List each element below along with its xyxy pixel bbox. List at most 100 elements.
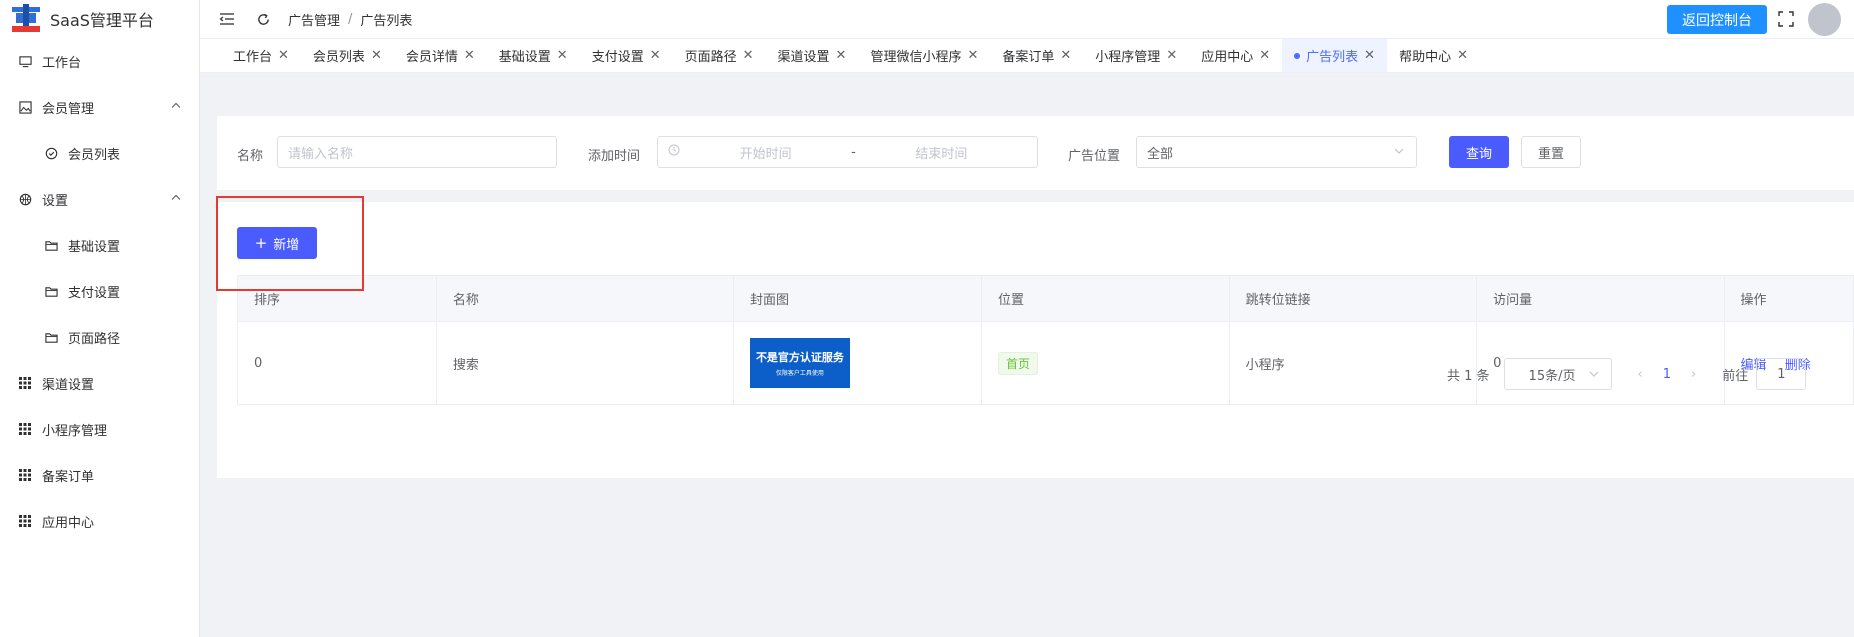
refresh-icon[interactable]	[254, 10, 272, 28]
reset-button[interactable]: 重置	[1521, 136, 1581, 168]
tab-help-center[interactable]: 帮助中心 ✕	[1387, 39, 1480, 72]
sidebar-item-page-paths[interactable]: 页面路径	[0, 314, 199, 360]
start-date-placeholder[interactable]: 开始时间	[740, 143, 792, 162]
cell-cover: 不是官方认证服务 仅限客户工具使用	[732, 321, 983, 405]
tab-workbench[interactable]: 工作台 ✕	[200, 39, 301, 72]
close-icon[interactable]: ✕	[464, 48, 475, 63]
page-number[interactable]: 1	[1663, 367, 1671, 382]
tab-member-detail[interactable]: 会员详情 ✕	[394, 39, 487, 72]
tab-member-list[interactable]: 会员列表 ✕	[301, 39, 394, 72]
tab-payment-settings[interactable]: 支付设置 ✕	[580, 39, 673, 72]
close-icon[interactable]: ✕	[278, 48, 289, 63]
query-button[interactable]: 查询	[1449, 136, 1509, 168]
sidebar-item-payment-settings[interactable]: 支付设置	[0, 268, 199, 314]
search-form: 名称 请输入名称 添加时间 开始时间 - 结束时间 广告位置 全部 查询 重置	[217, 116, 1854, 190]
sidebar-item-label: 支付设置	[68, 285, 121, 301]
column-header: 操作	[1723, 275, 1854, 322]
sidebar-item-basic-settings[interactable]: 基础设置	[0, 222, 199, 268]
column-header: 跳转位链接	[1228, 275, 1478, 322]
position-select[interactable]: 全部	[1136, 136, 1417, 168]
back-to-console-button[interactable]: 返回控制台	[1667, 5, 1767, 34]
goto-page-input[interactable]: 1	[1756, 358, 1807, 390]
close-icon[interactable]: ✕	[836, 48, 847, 63]
sidebar-item-label: 设置	[42, 193, 69, 209]
tab-label: 会员详情	[405, 50, 458, 65]
sidebar-item-settings[interactable]: 设置	[0, 176, 199, 222]
end-date-placeholder[interactable]: 结束时间	[915, 143, 967, 162]
close-icon[interactable]: ✕	[1166, 48, 1177, 63]
close-icon[interactable]: ✕	[1259, 48, 1270, 63]
breadcrumb-item[interactable]: 广告管理	[288, 10, 340, 29]
tab-label: 管理微信小程序	[870, 50, 962, 65]
avatar[interactable]	[1808, 3, 1841, 36]
tab-label: 广告列表	[1306, 50, 1359, 65]
folder-icon	[44, 330, 58, 344]
tab-label: 支付设置	[591, 50, 644, 65]
close-icon[interactable]: ✕	[1457, 48, 1468, 63]
position-select-value: 全部	[1147, 146, 1174, 162]
tab-filing-orders[interactable]: 备案订单 ✕	[990, 39, 1083, 72]
sidebar-item-channel-settings[interactable]: 渠道设置	[0, 360, 199, 406]
page-size-value: 15条/页	[1528, 368, 1576, 384]
column-header: 封面图	[732, 275, 983, 322]
folder-icon	[44, 238, 58, 252]
page-size-select[interactable]: 15条/页	[1503, 358, 1612, 390]
sidebar-item-member-list[interactable]: 会员列表	[0, 130, 199, 176]
table-header-row: 排序 名称 封面图 位置 跳转位链接 访问量 操作	[237, 275, 1854, 322]
close-icon[interactable]: ✕	[1060, 48, 1071, 63]
cell-name: 搜索	[435, 321, 734, 405]
app-logo[interactable]: SaaS管理平台	[0, 0, 199, 38]
tab-label: 工作台	[233, 50, 273, 65]
sidebar-item-label: 会员管理	[42, 101, 95, 117]
tab-ad-list[interactable]: 广告列表 ✕	[1282, 39, 1388, 72]
close-icon[interactable]: ✕	[1364, 48, 1375, 63]
sidebar-item-app-center[interactable]: 应用中心	[0, 498, 199, 544]
position-label: 广告位置	[1068, 149, 1121, 164]
sidebar-item-member-management[interactable]: 会员管理	[0, 84, 199, 130]
grid-icon	[18, 422, 32, 436]
tab-label: 备案订单	[1002, 50, 1055, 65]
position-tag: 首页	[998, 351, 1039, 375]
close-icon[interactable]: ✕	[967, 48, 978, 63]
pagination: 共 1 条 15条/页 ‹ 1 › 前往 1	[1447, 358, 1807, 390]
logo-icon	[12, 4, 40, 32]
close-icon[interactable]: ✕	[650, 48, 661, 63]
active-dot	[1294, 52, 1301, 59]
tab-label: 应用中心	[1201, 50, 1254, 65]
tab-basic-settings[interactable]: 基础设置 ✕	[487, 39, 580, 72]
sidebar-item-label: 基础设置	[68, 239, 121, 255]
tab-page-paths[interactable]: 页面路径 ✕	[673, 39, 766, 72]
tab-bar: 工作台 ✕ 会员列表 ✕ 会员详情 ✕ 基础设置 ✕ 支付设置 ✕ 页面路径 ✕ 渠道设置 ✕…	[200, 38, 1854, 73]
tab-wechat-mini-program[interactable]: 管理微信小程序 ✕	[858, 39, 990, 72]
picture-icon	[18, 100, 32, 114]
prev-page-icon[interactable]: ‹	[1638, 367, 1643, 382]
grid-icon	[18, 468, 32, 482]
sidebar-item-filing-orders[interactable]: 备案订单	[0, 452, 199, 498]
close-icon[interactable]: ✕	[743, 48, 754, 63]
range-separator: -	[851, 144, 856, 160]
tab-label: 渠道设置	[777, 50, 830, 65]
cover-image[interactable]: 不是官方认证服务 仅限客户工具使用	[749, 338, 850, 388]
close-icon[interactable]: ✕	[557, 48, 568, 63]
tab-label: 会员列表	[312, 50, 365, 65]
tab-channel-settings[interactable]: 渠道设置 ✕	[766, 39, 859, 72]
goto-label: 前往	[1722, 368, 1749, 384]
close-icon[interactable]: ✕	[371, 48, 382, 63]
next-page-icon[interactable]: ›	[1691, 367, 1696, 382]
check-circle-icon	[44, 146, 58, 160]
date-range-picker[interactable]: 开始时间 - 结束时间	[657, 136, 1038, 168]
sidebar-item-workbench[interactable]: 工作台	[0, 38, 199, 84]
top-header: 广告管理 / 广告列表	[200, 0, 1854, 38]
sidebar-item-mini-program[interactable]: 小程序管理	[0, 406, 199, 452]
tab-mini-program[interactable]: 小程序管理 ✕	[1083, 39, 1189, 72]
folder-icon	[44, 284, 58, 298]
fullscreen-icon[interactable]	[1777, 10, 1795, 28]
name-search-input[interactable]: 请输入名称	[277, 136, 557, 168]
ad-table-card: + 新增 排序 名称 封面图 位置 跳转位链接 访问量 操作 0 搜索 不是官方…	[217, 202, 1854, 478]
monitor-icon	[18, 54, 32, 68]
sidebar-item-label: 会员列表	[68, 147, 121, 163]
sidebar-item-label: 工作台	[42, 55, 82, 71]
tab-app-center[interactable]: 应用中心 ✕	[1189, 39, 1282, 72]
menu-fold-icon[interactable]	[218, 10, 236, 28]
cell-order: 0	[237, 321, 437, 405]
